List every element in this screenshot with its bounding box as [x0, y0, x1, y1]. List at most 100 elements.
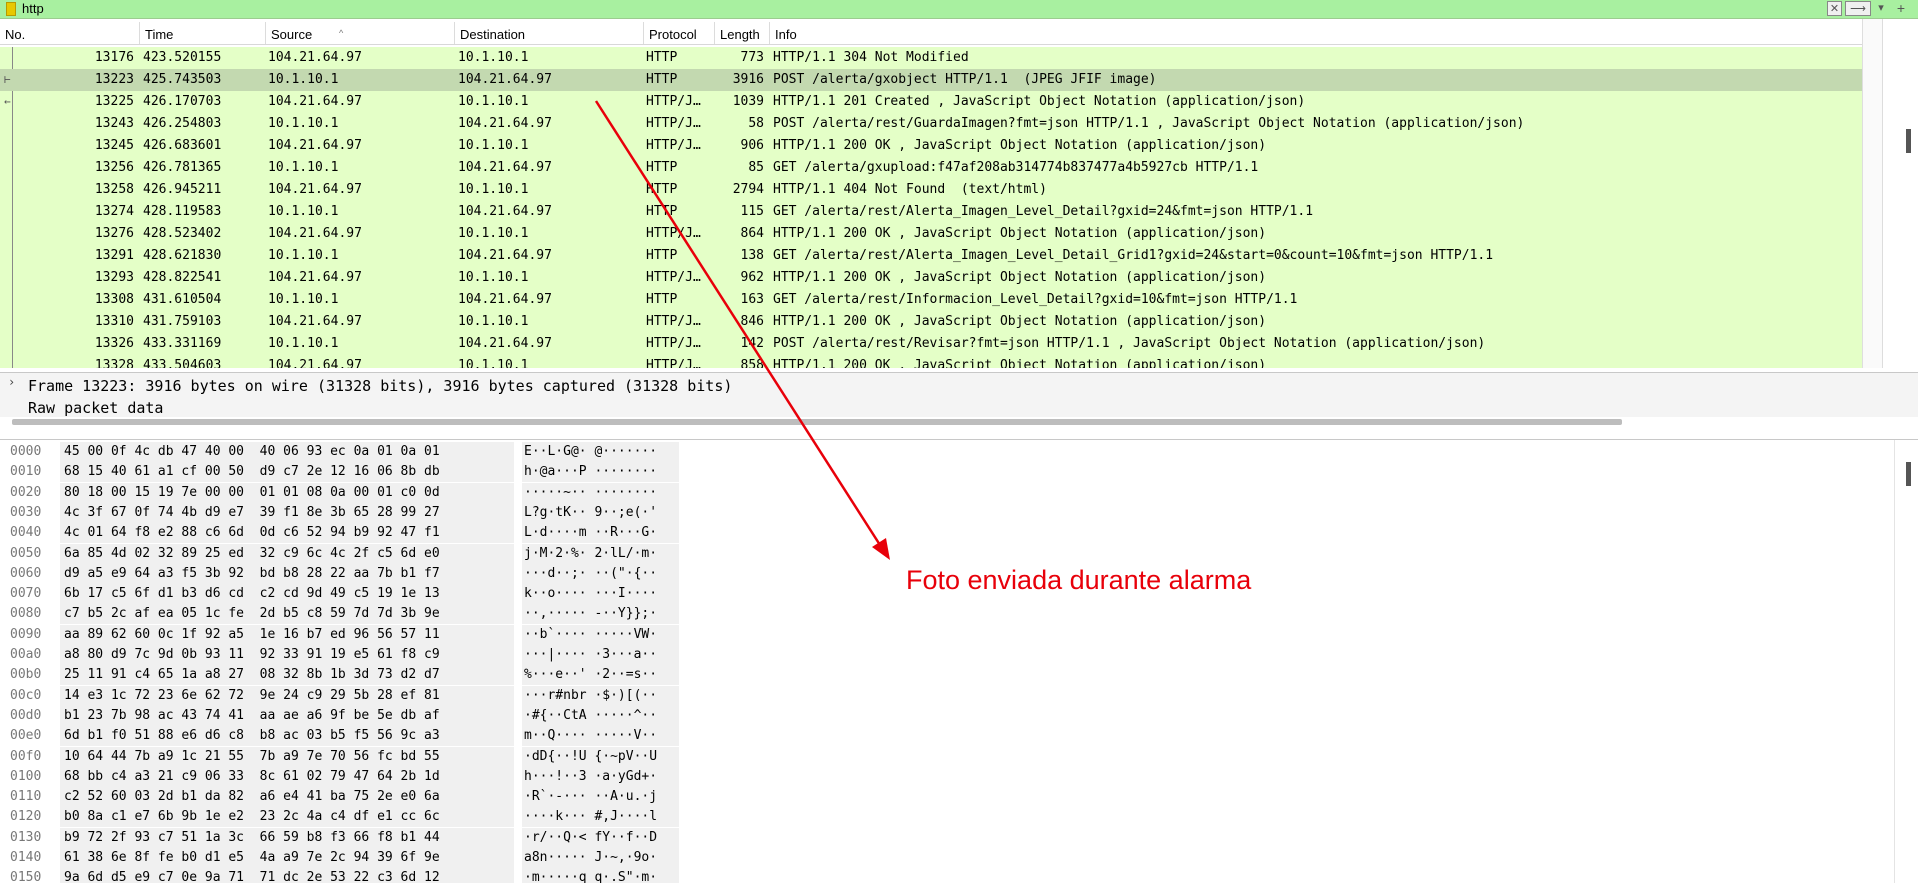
filter-dropdown-icon[interactable]: ▾	[1874, 1, 1888, 16]
bytes-row[interactable]: 0150 9a 6d d5 e9 c7 0e 9a 71 71 dc 2e 53 …	[0, 868, 700, 883]
byte-hex-values[interactable]: 14 e3 1c 72 23 6e 62 72 9e 24 c9 29 5b 2…	[60, 685, 514, 706]
bytes-row[interactable]: 0080 c7 b5 2c af ea 05 1c fe 2d b5 c8 59 …	[0, 604, 700, 625]
byte-ascii-values[interactable]: ·m·····q q·.S"·m·	[522, 868, 679, 883]
packet-row[interactable]: 13293 428.822541 104.21.64.97 10.1.10.1 HTTP…	[0, 267, 1862, 289]
byte-ascii-values[interactable]: %···e··' ·2··=s··	[522, 665, 679, 686]
packet-row[interactable]: 13274 428.119583 10.1.10.1 104.21.64.97 HTTP…	[0, 201, 1862, 223]
byte-hex-values[interactable]: 25 11 91 c4 65 1a a8 27 08 32 8b 1b 3d 7…	[60, 665, 514, 686]
column-header-protocol[interactable]: Protocol	[644, 22, 715, 44]
add-filter-button-icon[interactable]: +	[1892, 1, 1910, 16]
bytes-scroll-thumb[interactable]	[1906, 462, 1911, 486]
bytes-row[interactable]: 0100 68 bb c4 a3 21 c9 06 33 8c 61 02 79 …	[0, 766, 700, 787]
bytes-row[interactable]: 0030 4c 3f 67 0f 74 4b d9 e7 39 f1 8e 3b …	[0, 502, 700, 523]
bytes-row[interactable]: 0010 68 15 40 61 a1 cf 00 50 d9 c7 2e 12 …	[0, 462, 700, 483]
bytes-row[interactable]: 00f0 10 64 44 7b a9 1c 21 55 7b a9 7e 70 …	[0, 746, 700, 767]
bytes-row[interactable]: 0140 61 38 6e 8f fe b0 d1 e5 4a a9 7e 2c …	[0, 848, 700, 868]
bytes-row[interactable]: 0040 4c 01 64 f8 e2 88 c6 6d 0d c6 52 94 …	[0, 523, 700, 544]
byte-ascii-values[interactable]: k··o···· ···I····	[522, 584, 679, 605]
bytes-row[interactable]: 00c0 14 e3 1c 72 23 6e 62 72 9e 24 c9 29 …	[0, 685, 700, 706]
column-header-destination[interactable]: Destination	[455, 22, 644, 44]
bytes-row[interactable]: 00e0 6d b1 f0 51 88 e6 d6 c8 b8 ac 03 b5 …	[0, 726, 700, 747]
packet-row[interactable]: 13245 426.683601 104.21.64.97 10.1.10.1 HTTP…	[0, 135, 1862, 157]
byte-hex-values[interactable]: b1 23 7b 98 ac 43 74 41 aa ae a6 9f be 5…	[60, 705, 514, 726]
details-horizontal-scrollbar[interactable]	[12, 419, 1622, 425]
bytes-row[interactable]: 0090 aa 89 62 60 0c 1f 92 a5 1e 16 b7 ed …	[0, 624, 700, 645]
byte-hex-values[interactable]: 10 64 44 7b a9 1c 21 55 7b a9 7e 70 56 f…	[60, 746, 514, 767]
byte-hex-values[interactable]: 6a 85 4d 02 32 89 25 ed 32 c9 6c 4c 2f c…	[60, 543, 514, 564]
expand-arrow-icon[interactable]: ›	[8, 375, 15, 389]
raw-packet-data-line[interactable]: Raw packet data	[28, 397, 163, 417]
packet-row[interactable]: 13258 426.945211 104.21.64.97 10.1.10.1 HTTP…	[0, 179, 1862, 201]
byte-hex-values[interactable]: 9a 6d d5 e9 c7 0e 9a 71 71 dc 2e 53 22 c…	[60, 868, 514, 883]
byte-hex-values[interactable]: 6b 17 c5 6f d1 b3 d6 cd c2 cd 9d 49 c5 1…	[60, 584, 514, 605]
byte-ascii-values[interactable]: ····k··· #,J····l	[522, 807, 679, 828]
packet-row[interactable]: 13328 433.504603 104.21.64.97 10.1.10.1 HTTP…	[0, 355, 1862, 368]
byte-hex-values[interactable]: aa 89 62 60 0c 1f 92 a5 1e 16 b7 ed 96 5…	[60, 624, 514, 645]
byte-ascii-values[interactable]: h···!··3 ·a·yGd+·	[522, 766, 679, 787]
byte-hex-values[interactable]: b0 8a c1 e7 6b 9b 1e e2 23 2c 4a c4 df e…	[60, 807, 514, 828]
column-header-source[interactable]: Source	[266, 22, 455, 44]
byte-hex-values[interactable]: 4c 01 64 f8 e2 88 c6 6d 0d c6 52 94 b9 9…	[60, 523, 514, 544]
bytes-row[interactable]: 00a0 a8 80 d9 7c 9d 0b 93 11 92 33 91 19 …	[0, 645, 700, 665]
byte-ascii-values[interactable]: ···r#nbr ·$·)[(··	[522, 685, 679, 706]
packet-row[interactable]: 13310 431.759103 104.21.64.97 10.1.10.1 HTTP…	[0, 311, 1862, 333]
byte-ascii-values[interactable]: m··Q···· ·····V··	[522, 726, 679, 747]
display-filter-input[interactable]	[22, 1, 1822, 17]
byte-ascii-values[interactable]: ··,····· -··Y}};·	[522, 604, 679, 625]
byte-hex-values[interactable]: 4c 3f 67 0f 74 4b d9 e7 39 f1 8e 3b 65 2…	[60, 502, 514, 523]
bookmark-icon[interactable]	[6, 2, 16, 16]
byte-hex-values[interactable]: 68 bb c4 a3 21 c9 06 33 8c 61 02 79 47 6…	[60, 766, 514, 787]
byte-hex-values[interactable]: 61 38 6e 8f fe b0 d1 e5 4a a9 7e 2c 94 3…	[60, 848, 514, 868]
packet-row[interactable]: 13276 428.523402 104.21.64.97 10.1.10.1 HTTP…	[0, 223, 1862, 245]
byte-hex-values[interactable]: 45 00 0f 4c db 47 40 00 40 06 93 ec 0a 0…	[60, 442, 514, 462]
packet-row[interactable]: 13291 428.621830 10.1.10.1 104.21.64.97 HTTP…	[0, 245, 1862, 267]
packet-row[interactable]: 13225 426.170703 104.21.64.97 10.1.10.1 HTTP…	[0, 91, 1862, 113]
packet-list-scrollbar[interactable]	[1862, 19, 1883, 368]
packet-list-minimap[interactable]	[1882, 19, 1918, 368]
frame-summary-line[interactable]: Frame 13223: 3916 bytes on wire (31328 b…	[28, 375, 732, 397]
bytes-row[interactable]: 0070 6b 17 c5 6f d1 b3 d6 cd c2 cd 9d 49 …	[0, 584, 700, 605]
byte-hex-values[interactable]: c2 52 60 03 2d b1 da 82 a6 e4 41 ba 75 2…	[60, 787, 514, 808]
bytes-row[interactable]: 0050 6a 85 4d 02 32 89 25 ed 32 c9 6c 4c …	[0, 543, 700, 564]
byte-ascii-values[interactable]: ···|···· ·3···a··	[522, 645, 679, 665]
packet-row[interactable]: 13256 426.781365 10.1.10.1 104.21.64.97 HTTP…	[0, 157, 1862, 179]
byte-ascii-values[interactable]: E··L·G@· @·······	[522, 442, 679, 462]
byte-ascii-values[interactable]: L?g·tK·· 9··;e(·'	[522, 502, 679, 523]
bytes-row[interactable]: 0000 45 00 0f 4c db 47 40 00 40 06 93 ec …	[0, 442, 700, 462]
byte-ascii-values[interactable]: ·dD{··!U {·~pV··U	[522, 746, 679, 767]
column-header-length[interactable]: Length	[715, 22, 770, 44]
packet-row[interactable]: 13176 423.520155 104.21.64.97 10.1.10.1 HTTP…	[0, 47, 1862, 69]
bytes-row[interactable]: 0130 b9 72 2f 93 c7 51 1a 3c 66 59 b8 f3 …	[0, 827, 700, 848]
packet-row[interactable]: 13243 426.254803 10.1.10.1 104.21.64.97 HTTP…	[0, 113, 1862, 135]
byte-hex-values[interactable]: b9 72 2f 93 c7 51 1a 3c 66 59 b8 f3 66 f…	[60, 827, 514, 848]
byte-hex-values[interactable]: a8 80 d9 7c 9d 0b 93 11 92 33 91 19 e5 6…	[60, 645, 514, 665]
apply-filter-icon[interactable]: ⟶	[1845, 1, 1871, 16]
clear-filter-icon[interactable]: ✕	[1827, 1, 1842, 16]
bytes-row[interactable]: 0060 d9 a5 e9 64 a3 f5 3b 92 bd b8 28 22 …	[0, 563, 700, 584]
column-header-info[interactable]: Info	[770, 22, 1862, 44]
packet-row[interactable]: 13223 425.743503 10.1.10.1 104.21.64.97 HTTP…	[0, 69, 1862, 91]
byte-ascii-values[interactable]: j·M·2·%· 2·lL/·m·	[522, 543, 679, 564]
byte-ascii-values[interactable]: ··b`···· ·····VW·	[522, 624, 679, 645]
bytes-row[interactable]: 0110 c2 52 60 03 2d b1 da 82 a6 e4 41 ba …	[0, 787, 700, 808]
packet-row[interactable]: 13308 431.610504 10.1.10.1 104.21.64.97 HTTP…	[0, 289, 1862, 311]
byte-hex-values[interactable]: 80 18 00 15 19 7e 00 00 01 01 08 0a 00 0…	[60, 482, 514, 503]
byte-hex-values[interactable]: d9 a5 e9 64 a3 f5 3b 92 bd b8 28 22 aa 7…	[60, 563, 514, 584]
byte-ascii-values[interactable]: ·#{··CtA ·····^··	[522, 705, 679, 726]
byte-ascii-values[interactable]: h·@a···P ········	[522, 462, 679, 483]
column-header-no[interactable]: No.	[0, 22, 140, 44]
byte-ascii-values[interactable]: ·····~·· ········	[522, 482, 679, 503]
bytes-row[interactable]: 00d0 b1 23 7b 98 ac 43 74 41 aa ae a6 9f …	[0, 705, 700, 726]
byte-ascii-values[interactable]: ·r/··Q·< fY··f··D	[522, 827, 679, 848]
byte-ascii-values[interactable]: a8n····· J·~,·9o·	[522, 848, 679, 868]
bytes-row[interactable]: 0020 80 18 00 15 19 7e 00 00 01 01 08 0a …	[0, 482, 700, 503]
bytes-row[interactable]: 00b0 25 11 91 c4 65 1a a8 27 08 32 8b 1b …	[0, 665, 700, 686]
byte-hex-values[interactable]: 68 15 40 61 a1 cf 00 50 d9 c7 2e 12 16 0…	[60, 462, 514, 483]
bytes-row[interactable]: 0120 b0 8a c1 e7 6b 9b 1e e2 23 2c 4a c4 …	[0, 807, 700, 828]
byte-hex-values[interactable]: 6d b1 f0 51 88 e6 d6 c8 b8 ac 03 b5 f5 5…	[60, 726, 514, 747]
column-header-time[interactable]: Time ^	[140, 22, 343, 44]
byte-ascii-values[interactable]: L·d····m ··R···G·	[522, 523, 679, 544]
byte-hex-values[interactable]: c7 b5 2c af ea 05 1c fe 2d b5 c8 59 7d 7…	[60, 604, 514, 625]
byte-ascii-values[interactable]: ·R`·-··· ··A·u.·j	[522, 787, 679, 808]
byte-ascii-values[interactable]: ···d··;· ··("·{··	[522, 563, 679, 584]
